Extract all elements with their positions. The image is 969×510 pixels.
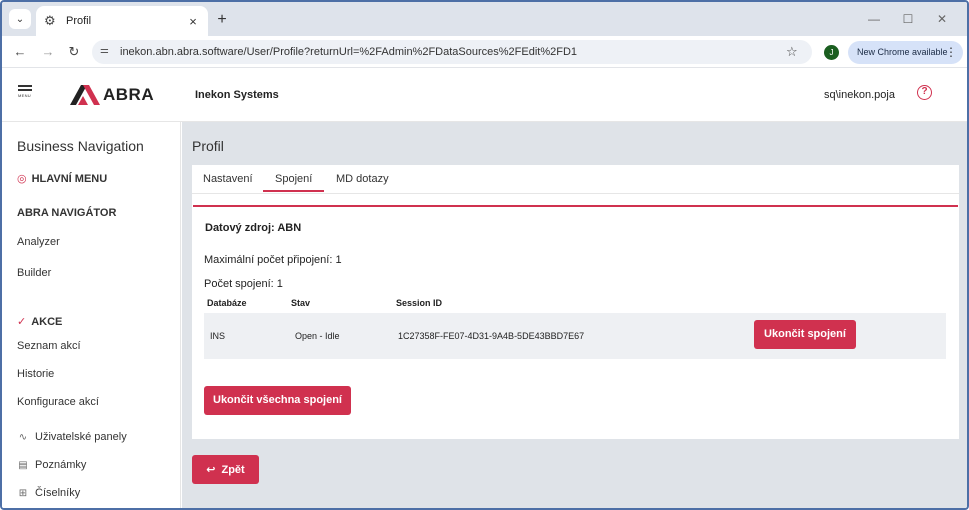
note-icon: ▤	[18, 459, 28, 471]
tab-title: Profil	[66, 15, 92, 27]
back-arrow-icon[interactable]: ←	[12, 44, 28, 60]
sidebar-section-label: AKCE	[31, 315, 63, 328]
table-header: Databáze Stav Session ID	[207, 298, 947, 312]
sidebar-section-label: HLAVNÍ MENU	[31, 172, 108, 185]
maximize-icon[interactable]: ☐	[891, 10, 925, 28]
sidebar-item-label: Uživatelské panely	[35, 431, 127, 443]
pulse-icon: ∿	[18, 431, 28, 443]
close-window-icon[interactable]: ✕	[925, 10, 959, 28]
logo-text: ABRA	[103, 85, 155, 104]
table-row: INS Open - Idle 1C27358F-FE07-4D31-9A4B-…	[204, 313, 946, 359]
section-divider	[193, 205, 958, 207]
sidebar-item-label: Poznámky	[35, 459, 87, 471]
new-chrome-available-button[interactable]: New Chrome available ⋮	[848, 41, 963, 64]
main-content: Profil Nastavení Spojení MD dotazy Datov…	[182, 122, 967, 508]
username[interactable]: sq\inekon.poja	[824, 89, 895, 101]
sidebar-item-action-list[interactable]: Seznam akcí	[17, 340, 81, 352]
reload-icon[interactable]: ↻	[66, 44, 82, 60]
menu-label: MENU	[18, 93, 31, 98]
browser-tab[interactable]: ⚙ Profil ×	[36, 6, 208, 36]
sidebar-item-action-config[interactable]: Konfigurace akcí	[17, 396, 99, 408]
address-bar[interactable]: ⚌ inekon.abn.abra.software/User/Profile?…	[92, 40, 812, 64]
column-header-state: Stav	[291, 298, 311, 308]
kebab-menu-icon[interactable]: ⋮	[945, 41, 957, 64]
company-name: Inekon Systems	[195, 89, 279, 101]
return-arrow-icon: ↩	[206, 464, 216, 476]
tab-settings[interactable]: Nastavení	[203, 173, 253, 185]
abra-logo[interactable]: ABRA	[70, 85, 154, 105]
sidebar-section-label: ABRA NAVIGÁTOR	[17, 207, 117, 219]
sidebar-item-label: Analyzer	[17, 236, 60, 248]
connections-count-label: Počet spojení: 1	[204, 278, 283, 290]
sidebar-item-user-panels[interactable]: ∿ Uživatelské panely	[17, 431, 127, 443]
cell-database: INS	[210, 331, 226, 341]
abra-logo-mark-icon	[70, 85, 100, 105]
sidebar-item-label: Konfigurace akcí	[17, 396, 99, 408]
gear-icon: ⚙	[44, 13, 56, 28]
hamburger-menu-icon[interactable]: MENU	[18, 85, 32, 98]
max-connections-label: Maximální počet připojení: 1	[204, 254, 342, 266]
chevron-down-icon: ⌄	[15, 13, 25, 25]
sidebar-item-label: Historie	[17, 368, 55, 380]
cell-state: Open - Idle	[295, 331, 340, 341]
tab-search-button[interactable]: ⌄	[9, 9, 31, 29]
page-title: Profil	[192, 138, 224, 154]
tab-strip: ⌄ ⚙ Profil × + — ☐ ✕	[2, 2, 967, 36]
sidebar-item-label: Seznam akcí	[17, 340, 81, 352]
sidebar-item-history[interactable]: Historie	[17, 368, 54, 380]
site-info-icon[interactable]: ⚌	[100, 45, 109, 56]
browser-window: ⌄ ⚙ Profil × + — ☐ ✕ ← → ↻ ⚌ inekon.abn.…	[0, 0, 969, 510]
help-icon[interactable]: ?	[917, 85, 932, 100]
url-text[interactable]: inekon.abn.abra.software/User/Profile?re…	[120, 46, 577, 58]
sidebar-item-label: Číselníky	[35, 487, 81, 499]
app-header: MENU ABRA Inekon Systems sq\inekon.poja …	[2, 68, 967, 122]
sidebar-section-navigator[interactable]: ABRA NAVIGÁTOR	[17, 207, 116, 219]
window-controls: — ☐ ✕	[857, 10, 959, 28]
back-button[interactable]: ↩ Zpět	[192, 455, 259, 484]
sidebar-item-builder[interactable]: Builder	[17, 267, 51, 279]
tab-md-queries[interactable]: MD dotazy	[336, 173, 389, 185]
sidebar-title: Business Navigation	[17, 138, 144, 154]
chrome-update-label: New Chrome available	[857, 47, 948, 57]
sidebar-section-actions[interactable]: ✓ AKCE	[17, 315, 63, 329]
tab-bar: Nastavení Spojení MD dotazy	[192, 165, 959, 194]
browser-toolbar: ← → ↻ ⚌ inekon.abn.abra.software/User/Pr…	[2, 36, 967, 68]
datasource-label: Datový zdroj: ABN	[205, 222, 302, 234]
sidebar-item-codebooks[interactable]: ⊞ Číselníky	[17, 487, 80, 499]
sidebar-item-analyzer[interactable]: Analyzer	[17, 236, 60, 248]
end-connection-button[interactable]: Ukončit spojení	[754, 320, 856, 349]
tab-connections[interactable]: Spojení	[263, 173, 325, 192]
new-tab-button[interactable]: +	[212, 10, 232, 30]
forward-arrow-icon[interactable]: →	[40, 44, 56, 60]
column-header-database: Databáze	[207, 298, 247, 308]
close-icon[interactable]: ×	[186, 14, 200, 29]
location-pin-icon: ◎	[17, 173, 27, 185]
minimize-icon[interactable]: —	[857, 10, 891, 28]
profile-avatar[interactable]: J	[824, 45, 839, 60]
profile-card: Nastavení Spojení MD dotazy Datový zdroj…	[192, 165, 959, 439]
column-header-session-id: Session ID	[396, 298, 443, 308]
end-all-connections-button[interactable]: Ukončit všechna spojení	[204, 386, 351, 415]
check-icon: ✓	[17, 316, 27, 328]
sidebar-item-notes[interactable]: ▤ Poznámky	[17, 459, 86, 471]
sidebar-item-label: Builder	[17, 267, 52, 279]
cell-session-id: 1C27358F-FE07-4D31-9A4B-5DE43BBD7E67	[398, 331, 585, 341]
back-button-label: Zpět	[221, 463, 245, 476]
sidebar: Business Navigation ◎ HLAVNÍ MENU ABRA N…	[2, 122, 181, 508]
grid-icon: ⊞	[18, 487, 28, 499]
bookmark-star-icon[interactable]: ☆	[786, 44, 798, 60]
sidebar-section-main-menu[interactable]: ◎ HLAVNÍ MENU	[17, 172, 108, 186]
